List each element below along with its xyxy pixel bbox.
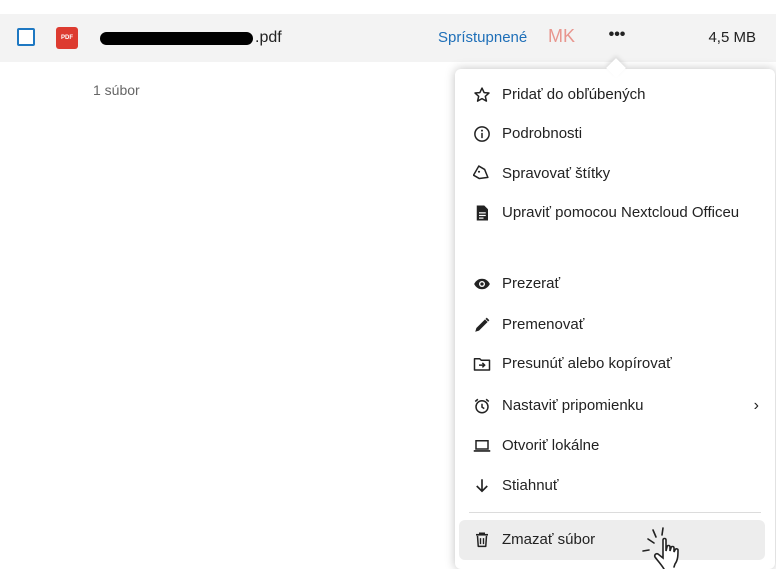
pencil-icon [473,316,491,334]
menu-divider [469,512,761,513]
file-actions-menu: Pridať do obľúbených Podrobnosti Spravov… [455,69,775,569]
menu-item-label: Stiahnuť [502,477,559,494]
owner-avatar: MK [548,26,575,46]
menu-item-move-or-copy[interactable]: Presunúť alebo kopírovať [455,345,775,383]
pdf-file-icon: PDF [56,27,78,49]
menu-item-label: Otvoriť lokálne [502,437,600,454]
file-row[interactable]: PDF .pdf Sprístupnené MK ••• 4,5 MB [0,14,776,62]
eye-icon [473,275,491,293]
files-page: PDF .pdf Sprístupnené MK ••• 4,5 MB 1 sú… [0,0,776,569]
pdf-badge-text: PDF [61,35,73,41]
menu-item-label: Prezerať [502,275,561,292]
file-extension: .pdf [255,29,282,46]
alarm-clock-icon [473,397,491,415]
tag-icon [473,165,491,183]
trash-icon [473,531,491,549]
menu-item-manage-tags[interactable]: Spravovať štítky [455,155,775,193]
star-icon [473,86,491,104]
menu-item-label: Zmazať súbor [502,531,596,548]
folder-move-icon [473,355,491,373]
menu-item-label: Presunúť alebo kopírovať [502,355,672,372]
menu-item-view[interactable]: Prezerať [455,265,775,303]
menu-item-label: Premenovať [502,316,585,333]
menu-item-label: Spravovať štítky [502,165,611,182]
download-arrow-icon [473,477,491,495]
more-actions-button[interactable]: ••• [602,24,632,50]
file-count-summary: 1 súbor [93,82,140,98]
menu-item-add-to-favorites[interactable]: Pridať do obľúbených [455,76,775,114]
file-name[interactable]: .pdf [100,25,282,51]
menu-item-label: Pridať do obľúbených [502,86,646,103]
menu-item-label: Nastaviť pripomienku [502,397,644,414]
menu-item-label: Upraviť pomocou Nextcloud Officeu [502,204,740,221]
file-size: 4,5 MB [708,29,756,46]
info-icon [473,125,491,143]
menu-item-rename[interactable]: Premenovať [455,306,775,344]
file-select-checkbox[interactable] [17,28,35,46]
menu-item-open-locally[interactable]: Otvoriť lokálne [455,427,775,465]
menu-item-set-reminder[interactable]: Nastaviť pripomienku › [455,387,775,425]
menu-item-edit-with-office[interactable]: Upraviť pomocou Nextcloud Officeu [455,193,775,257]
pointer-hand-cursor-icon [642,527,679,569]
laptop-icon [473,437,491,455]
menu-item-label: Podrobnosti [502,125,583,142]
chevron-right-icon: › [753,397,759,414]
menu-item-details[interactable]: Podrobnosti [455,115,775,153]
redacted-file-name [100,31,253,45]
document-icon [473,204,491,222]
menu-item-delete-file[interactable]: Zmazať súbor [459,520,765,560]
shared-status-link[interactable]: Sprístupnené [438,29,527,46]
menu-item-download[interactable]: Stiahnuť [455,467,775,505]
